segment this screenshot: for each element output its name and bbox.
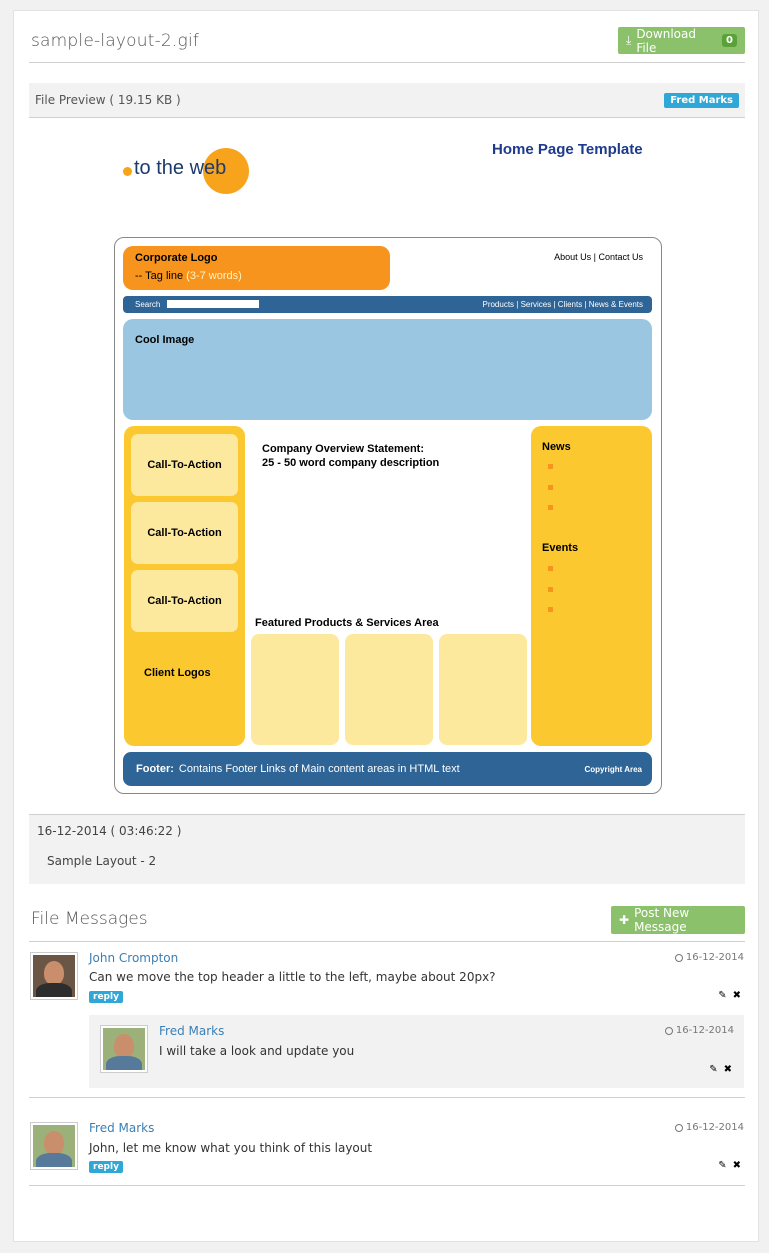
plus-icon: ✚: [619, 913, 630, 927]
wire-cta-2: Call-To-Action: [131, 502, 238, 564]
reply-button[interactable]: reply: [89, 1161, 123, 1173]
file-preview-bar: File Preview ( 19.15 KB ) Fred Marks: [29, 83, 745, 118]
wire-product-box: [439, 634, 527, 745]
file-preview-label: File Preview ( 19.15 KB ): [35, 93, 181, 107]
close-icon[interactable]: ✖: [733, 1160, 741, 1171]
wire-search-box: [167, 300, 259, 308]
file-header: sample-layout-2.gif ⤓ Download File 0: [29, 25, 745, 63]
message-text: John, let me know what you think of this…: [89, 1141, 373, 1155]
download-icon: ⤓: [626, 33, 632, 47]
wire-events-label: Events: [542, 542, 579, 554]
wire-nav-links: Products | Services | Clients | News & E…: [482, 300, 643, 309]
file-panel: sample-layout-2.gif ⤓ Download File 0 Fi…: [13, 10, 759, 1242]
message-text: I will take a look and update you: [159, 1044, 355, 1058]
wire-tagline: -- Tag line (3-7 words): [135, 270, 242, 282]
message-date: 16-12-2014: [674, 952, 744, 963]
clock-icon: [674, 1123, 683, 1132]
wire-overview: Company Overview Statement: 25 - 50 word…: [262, 442, 439, 470]
clock-icon: [664, 1026, 673, 1035]
message-text: Can we move the top header a little to t…: [89, 970, 496, 984]
message-actions: ✎ ✖: [718, 1160, 741, 1171]
wire-corporate-logo-label: Corporate Logo: [135, 252, 218, 264]
file-datetime: 16-12-2014 ( 03:46:22 ): [37, 824, 182, 838]
close-icon[interactable]: ✖: [733, 990, 741, 1001]
messages-title: File Messages: [31, 909, 148, 929]
wire-bullet: [548, 587, 553, 592]
wire-bullet: [548, 485, 553, 490]
avatar: [30, 1122, 78, 1170]
wire-footer: Footer: Contains Footer Links of Main con…: [123, 752, 652, 786]
message-divider: [29, 1185, 745, 1186]
message-actions: ✎ ✖: [709, 1064, 732, 1075]
download-count-badge: 0: [722, 34, 737, 47]
pencil-icon[interactable]: ✎: [718, 990, 726, 1001]
wire-product-box: [345, 634, 433, 745]
wire-product-box: [251, 634, 339, 745]
message-divider: [29, 1097, 745, 1098]
avatar: [30, 952, 78, 1000]
close-icon[interactable]: ✖: [724, 1064, 732, 1075]
message-date-text: 16-12-2014: [685, 952, 744, 963]
file-preview-image: to the web Home Page Template Corporate …: [114, 133, 674, 798]
logo-dot: [123, 167, 132, 176]
message-actions: ✎ ✖: [718, 990, 741, 1001]
file-title: sample-layout-2.gif: [31, 31, 200, 51]
download-label: Download File: [636, 26, 696, 55]
message-date-text: 16-12-2014: [675, 1025, 734, 1036]
post-new-message-label: Post New Message: [634, 906, 690, 934]
wire-footer-text: Footer: Contains Footer Links of Main con…: [136, 763, 460, 775]
file-meta: 16-12-2014 ( 03:46:22 ) Sample Layout - …: [29, 814, 745, 884]
wire-news-label: News: [542, 441, 571, 453]
wire-bullet: [548, 505, 553, 510]
wire-cta-3: Call-To-Action: [131, 570, 238, 632]
wire-right-column: News Events: [531, 426, 652, 746]
messages-header: File Messages ✚ Post New Message: [29, 904, 745, 942]
logo-text: to the web: [134, 157, 227, 179]
nested-reply: Fred Marks I will take a look and update…: [89, 1015, 744, 1088]
message-author[interactable]: John Crompton: [89, 951, 178, 965]
wire-client-logos: Client Logos: [144, 667, 211, 679]
file-note: Sample Layout - 2: [47, 854, 157, 868]
reply-button[interactable]: reply: [89, 991, 123, 1003]
wire-cta-1: Call-To-Action: [131, 434, 238, 496]
wire-overview-line1: Company Overview Statement:: [262, 443, 424, 455]
wire-overview-line2: 25 - 50 word company description: [262, 457, 440, 469]
message-author[interactable]: Fred Marks: [159, 1024, 224, 1038]
pencil-icon[interactable]: ✎: [718, 1160, 726, 1171]
wire-footer-description: Contains Footer Links of Main content ar…: [178, 763, 460, 775]
wire-nav-bar: Search Products | Services | Clients | N…: [123, 296, 652, 313]
wire-tagline-suffix: (3-7 words): [186, 270, 242, 282]
wire-cool-image-label: Cool Image: [135, 334, 195, 346]
pencil-icon[interactable]: ✎: [709, 1064, 717, 1075]
wire-corporate-logo: Corporate Logo -- Tag line (3-7 words): [123, 246, 390, 290]
wire-bullet: [548, 464, 553, 469]
post-new-message-button[interactable]: ✚ Post New Message: [611, 906, 745, 934]
wire-bullet: [548, 566, 553, 571]
owner-tag: Fred Marks: [664, 93, 739, 108]
wire-cool-image: Cool Image: [123, 319, 652, 420]
message-date: 16-12-2014: [674, 1122, 744, 1133]
message-author[interactable]: Fred Marks: [89, 1121, 154, 1135]
wire-left-column: Call-To-Action Call-To-Action Call-To-Ac…: [124, 426, 245, 746]
wire-search-label: Search: [135, 300, 161, 309]
preview-page-title: Home Page Template: [492, 141, 643, 158]
to-the-web-logo: to the web: [123, 141, 273, 194]
download-file-button[interactable]: ⤓ Download File 0: [618, 26, 745, 55]
wire-top-links: About Us | Contact Us: [554, 252, 643, 262]
message-date-text: 16-12-2014: [685, 1122, 744, 1133]
avatar: [100, 1025, 148, 1073]
wire-footer-label: Footer:: [136, 763, 174, 775]
wire-copyright: Copyright Area: [584, 765, 643, 774]
clock-icon: [674, 953, 683, 962]
wireframe: Corporate Logo -- Tag line (3-7 words) A…: [114, 237, 662, 794]
wire-featured-label: Featured Products & Services Area: [255, 617, 439, 629]
wire-bullet: [548, 607, 553, 612]
message-date: 16-12-2014: [664, 1025, 734, 1036]
wire-tagline-prefix: -- Tag line: [135, 270, 184, 282]
